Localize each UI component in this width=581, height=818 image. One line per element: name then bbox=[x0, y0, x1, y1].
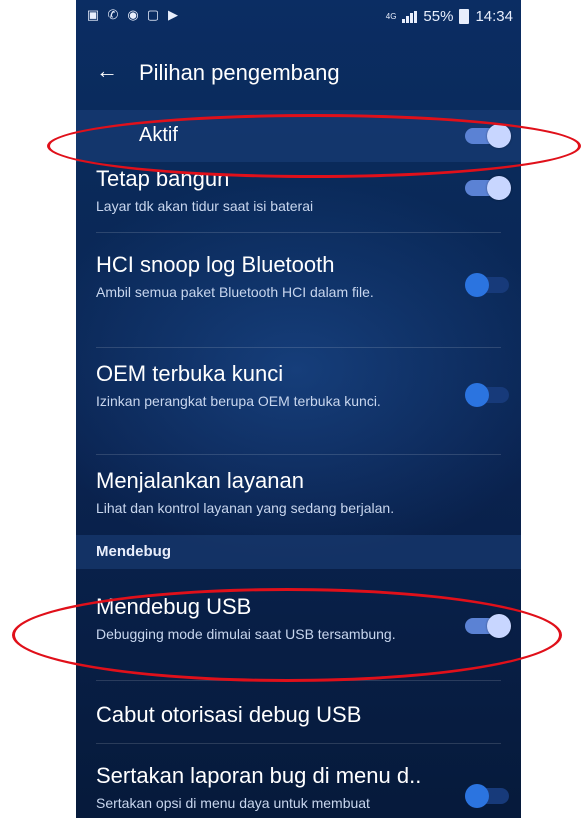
battery-icon bbox=[459, 9, 470, 24]
system-status: 4G 55% 14:34 bbox=[386, 8, 513, 25]
whatsapp-icon: ✆ bbox=[107, 7, 119, 22]
setting-title: Cabut otorisasi debug USB bbox=[96, 702, 362, 727]
oem-unlock-toggle[interactable] bbox=[465, 383, 509, 407]
divider bbox=[96, 232, 501, 233]
stay-awake-toggle[interactable] bbox=[465, 176, 511, 200]
setting-title: Sertakan laporan bug di menu d.. bbox=[96, 763, 422, 788]
notification-icons: ▣ ✆ ◉ ▢ ▶ bbox=[86, 8, 180, 22]
setting-oem-unlock[interactable]: OEM terbuka kunci Izinkan perangkat beru… bbox=[96, 361, 426, 410]
setting-title: HCI snoop log Bluetooth bbox=[96, 252, 335, 277]
network-type: 4G bbox=[385, 11, 397, 21]
setting-bug-report-shortcut[interactable]: Sertakan laporan bug di menu d.. Sertaka… bbox=[96, 763, 456, 812]
divider bbox=[96, 743, 501, 744]
section-header-debug: Mendebug bbox=[76, 535, 521, 569]
setting-subtitle: Ambil semua paket Bluetooth HCI dalam fi… bbox=[96, 284, 374, 300]
divider bbox=[96, 454, 501, 455]
play-store-icon: ▶ bbox=[168, 7, 178, 22]
setting-subtitle: Izinkan perangkat berupa OEM terbuka kun… bbox=[96, 393, 381, 409]
gallery-icon: ▣ bbox=[86, 7, 100, 22]
back-arrow-icon[interactable]: ← bbox=[96, 58, 118, 84]
hci-snoop-toggle[interactable] bbox=[465, 273, 509, 297]
status-bar: ▣ ✆ ◉ ▢ ▶ 4G 55% 14:34 bbox=[76, 0, 521, 34]
clock: 14:34 bbox=[475, 8, 513, 25]
setting-running-services[interactable]: Menjalankan layanan Lihat dan kontrol la… bbox=[96, 468, 501, 517]
bug-report-toggle[interactable] bbox=[465, 784, 509, 808]
battery-percent: 55% bbox=[423, 8, 454, 25]
setting-title: OEM terbuka kunci bbox=[96, 361, 284, 386]
setting-subtitle: Sertakan opsi di menu daya untuk membuat bbox=[96, 795, 370, 811]
highlight-ring-aktif bbox=[47, 114, 581, 178]
setting-title: Menjalankan layanan bbox=[96, 468, 304, 493]
setting-revoke-usb-auth[interactable]: Cabut otorisasi debug USB bbox=[96, 702, 501, 728]
highlight-ring-usb-debugging bbox=[12, 588, 562, 682]
signal-icon bbox=[402, 10, 418, 23]
setting-hci-snoop[interactable]: HCI snoop log Bluetooth Ambil semua pake… bbox=[96, 252, 426, 301]
page-title: Pilihan pengembang bbox=[139, 60, 340, 85]
divider bbox=[96, 347, 501, 348]
app-bar: ← Pilihan pengembang bbox=[76, 48, 521, 100]
setting-subtitle: Lihat dan kontrol layanan yang sedang be… bbox=[96, 500, 395, 516]
wifi-hotspot-icon: ◉ bbox=[127, 7, 139, 22]
setting-subtitle: Layar tdk akan tidur saat isi baterai bbox=[96, 198, 314, 214]
section-header-label: Mendebug bbox=[96, 543, 171, 560]
cast-icon: ▢ bbox=[146, 7, 160, 22]
